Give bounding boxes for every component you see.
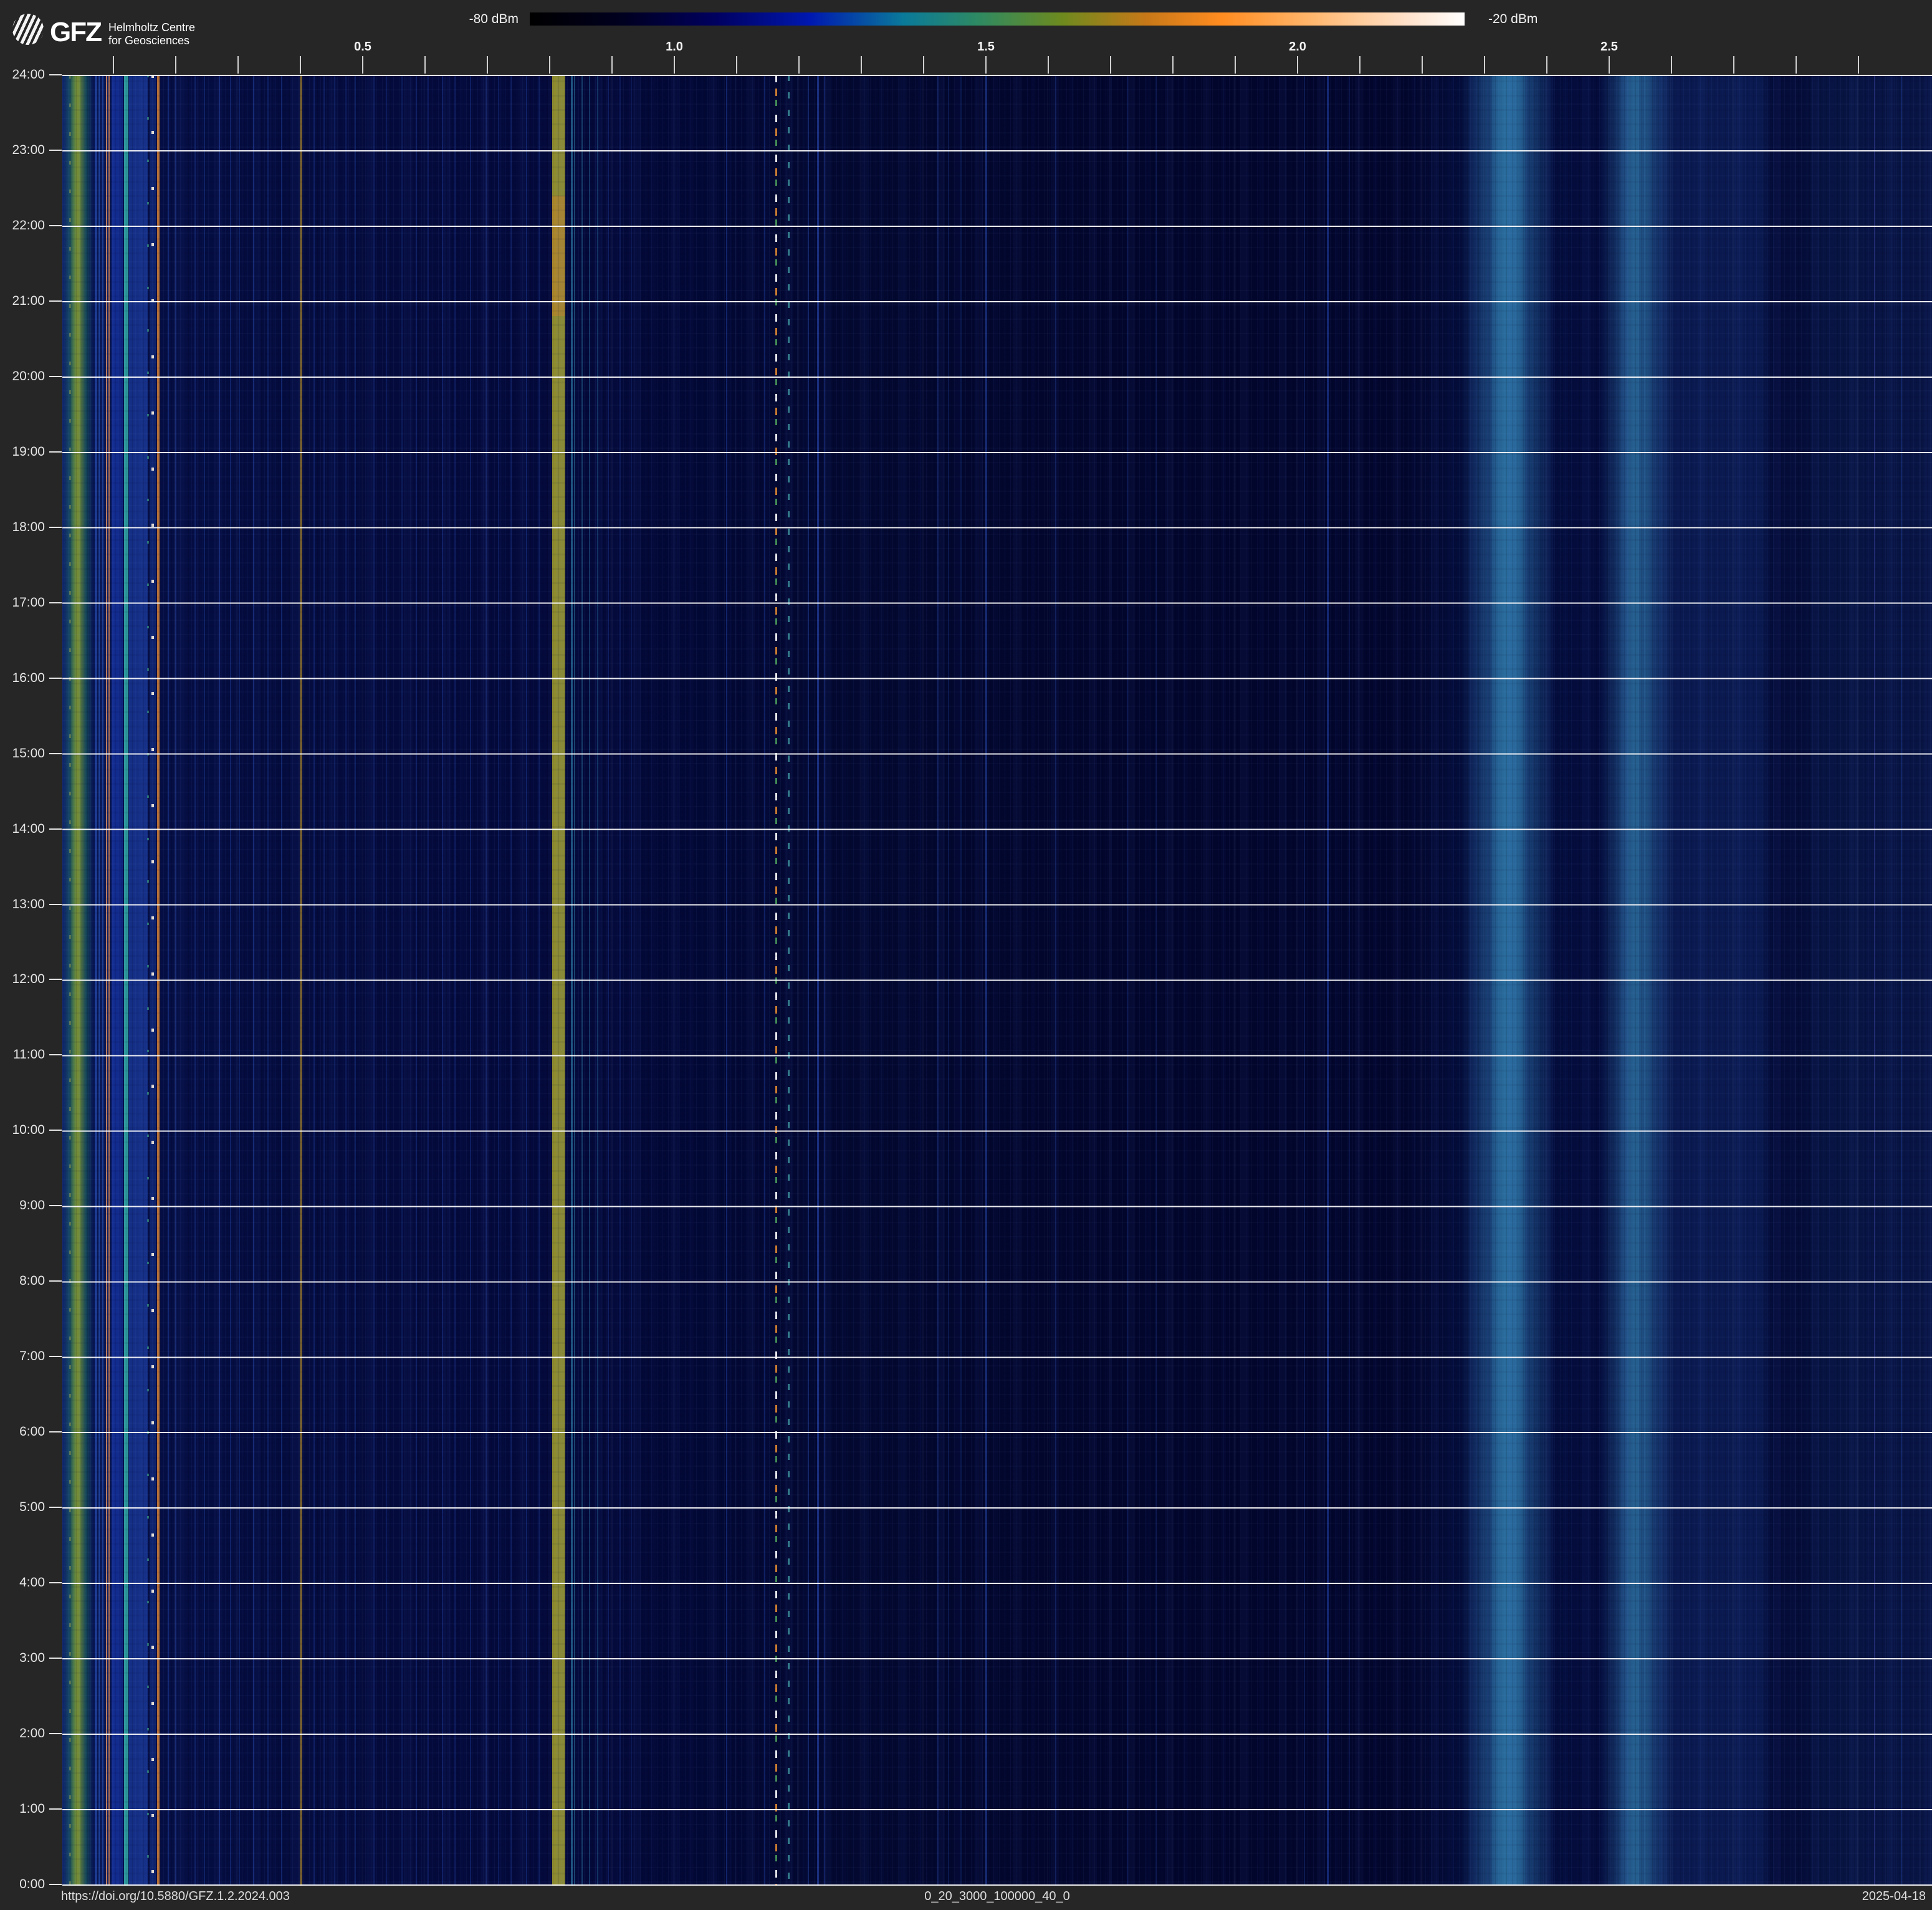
- time-tick: [49, 225, 62, 226]
- frequency-minor-tick: [674, 56, 675, 74]
- time-label: 8:00: [0, 1273, 45, 1289]
- frequency-minor-tick: [1297, 56, 1298, 74]
- time-tick: [49, 300, 62, 302]
- frequency-minor-tick: [175, 56, 176, 74]
- frequency-minor-tick: [611, 56, 613, 74]
- frequency-minor-tick: [300, 56, 301, 74]
- time-label: 4:00: [0, 1575, 45, 1591]
- frequency-minor-tick: [237, 56, 239, 74]
- time-tick: [49, 979, 62, 980]
- frequency-minor-tick: [113, 56, 114, 74]
- frequency-minor-tick: [1858, 56, 1859, 74]
- time-tick: [49, 527, 62, 528]
- time-tick: [49, 1884, 62, 1885]
- time-tick: [49, 678, 62, 679]
- frequency-minor-tick: [1235, 56, 1236, 74]
- hour-gridlines: [62, 75, 1932, 1886]
- colorbar-gradient: [530, 12, 1465, 26]
- time-tick: [49, 451, 62, 453]
- time-tick: [49, 150, 62, 151]
- time-label: 1:00: [0, 1801, 45, 1817]
- gfz-logo-icon: [12, 14, 44, 45]
- colorbar-max-label: -20 dBm: [1488, 12, 1537, 27]
- frequency-minor-tick: [736, 56, 737, 74]
- frequency-minor-tick: [424, 56, 426, 74]
- time-tick: [49, 74, 62, 75]
- time-label: 24:00: [0, 67, 45, 83]
- frequency-minor-tick: [923, 56, 924, 74]
- time-label: 13:00: [0, 896, 45, 913]
- time-label: 3:00: [0, 1650, 45, 1666]
- time-label: 17:00: [0, 595, 45, 611]
- frequency-minor-tick: [1422, 56, 1423, 74]
- frequency-minor-tick: [487, 56, 488, 74]
- gfz-tagline: Helmholtz Centre for Geosciences: [108, 21, 195, 47]
- frequency-minor-tick: [1048, 56, 1049, 74]
- time-tick: [49, 1507, 62, 1508]
- time-label: 0:00: [0, 1876, 45, 1893]
- spectrogram-plot: [62, 75, 1932, 1886]
- time-tick: [49, 1356, 62, 1357]
- frequency-minor-tick: [1671, 56, 1672, 74]
- time-label: 16:00: [0, 670, 45, 686]
- time-label: 15:00: [0, 746, 45, 762]
- time-tick: [49, 753, 62, 754]
- time-tick: [49, 828, 62, 830]
- time-tick: [49, 376, 62, 377]
- frequency-minor-tick: [362, 56, 363, 74]
- frequency-tick-label: 2.5: [1584, 40, 1634, 54]
- date-text: 2025-04-18: [1862, 1889, 1926, 1904]
- frequency-minor-tick: [798, 56, 800, 74]
- time-tick: [49, 1658, 62, 1659]
- time-label: 19:00: [0, 444, 45, 460]
- time-tick: [49, 1808, 62, 1810]
- time-tick: [49, 1280, 62, 1282]
- frequency-tick-label: 0.5: [338, 40, 388, 54]
- frequency-tick-label: 1.0: [649, 40, 699, 54]
- time-label: 14:00: [0, 821, 45, 837]
- time-label: 21:00: [0, 293, 45, 309]
- frequency-minor-tick: [1796, 56, 1797, 74]
- frequency-minor-tick: [985, 56, 987, 74]
- time-label: 22:00: [0, 218, 45, 234]
- time-label: 23:00: [0, 142, 45, 158]
- frequency-minor-tick: [1172, 56, 1174, 74]
- time-tick: [49, 1582, 62, 1583]
- time-label: 12:00: [0, 971, 45, 987]
- frequency-minor-tick: [1546, 56, 1547, 74]
- frequency-minor-tick: [549, 56, 550, 74]
- frequency-minor-tick: [1609, 56, 1610, 74]
- frequency-minor-tick: [1359, 56, 1361, 74]
- time-label: 20:00: [0, 368, 45, 385]
- filename-text: 0_20_3000_100000_40_0: [62, 1889, 1932, 1904]
- time-tick: [49, 1205, 62, 1206]
- time-label: 9:00: [0, 1197, 45, 1214]
- frequency-minor-tick: [1110, 56, 1111, 74]
- time-label: 5:00: [0, 1499, 45, 1515]
- frequency-minor-tick: [1484, 56, 1485, 74]
- gfz-tagline-line1: Helmholtz Centre: [108, 21, 195, 34]
- frequency-tick-label: 1.5: [961, 40, 1011, 54]
- gfz-tagline-line2: for Geosciences: [108, 34, 195, 47]
- time-tick: [49, 904, 62, 905]
- spectrogram-page: GFZ Helmholtz Centre for Geosciences -80…: [0, 0, 1932, 1910]
- gfz-brand-text: GFZ: [50, 19, 101, 46]
- time-label: 11:00: [0, 1047, 45, 1063]
- time-label: 6:00: [0, 1424, 45, 1440]
- time-label: 2:00: [0, 1725, 45, 1742]
- time-tick: [49, 1431, 62, 1432]
- time-label: 10:00: [0, 1122, 45, 1138]
- time-tick: [49, 1054, 62, 1055]
- time-tick: [49, 1130, 62, 1131]
- colorbar-min-label: -80 dBm: [436, 12, 519, 27]
- time-label: 7:00: [0, 1348, 45, 1365]
- time-label: 18:00: [0, 519, 45, 535]
- frequency-minor-tick: [1733, 56, 1734, 74]
- time-tick: [49, 602, 62, 603]
- frequency-tick-label: 2.0: [1273, 40, 1322, 54]
- time-tick: [49, 1733, 62, 1734]
- frequency-minor-tick: [861, 56, 862, 74]
